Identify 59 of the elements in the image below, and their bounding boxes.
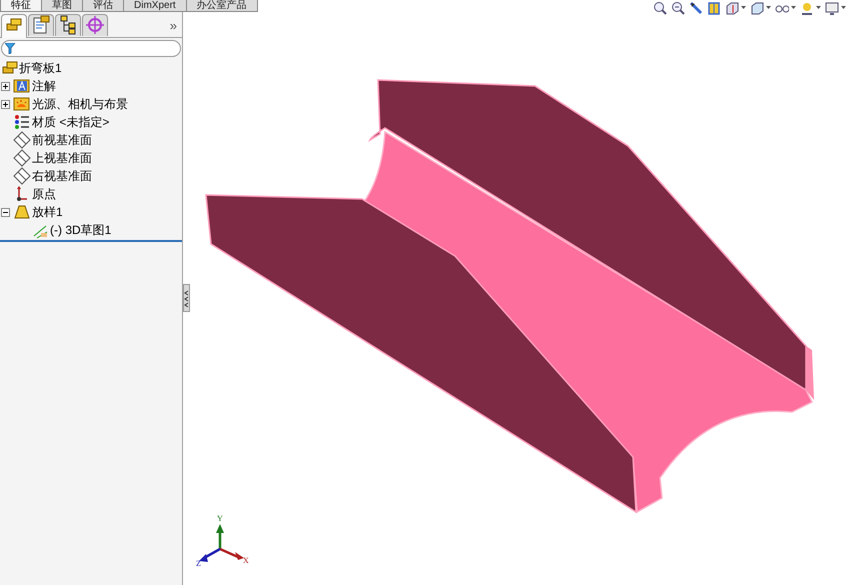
view-orientation-button[interactable] [725,0,746,14]
tree-item[interactable]: 原点 [32,185,56,203]
y-axis-arrow [216,524,224,549]
caret-icon [816,6,821,9]
caret-icon [766,6,771,9]
view-settings-button[interactable] [825,0,846,14]
tree-item[interactable]: 光源、相机与布景 [32,95,128,113]
section-view-button[interactable] [707,0,721,14]
command-tab[interactable]: 草图 [41,0,83,12]
plane-icon [13,149,31,167]
command-tab[interactable]: DimXpert [123,0,187,12]
tree-item[interactable]: 前视基准面 [32,131,92,149]
expand-icon[interactable] [1,82,10,90]
view-orientation-icon [725,0,739,14]
zoom-to-area-icon [671,0,685,14]
scene-button[interactable] [800,0,821,14]
z-axis-arrow [199,548,221,562]
display-style-button[interactable] [750,0,771,14]
zoom-to-fit-button[interactable] [653,0,667,14]
command-tab[interactable]: 评估 [82,0,124,12]
dim-xpert-icon [85,15,105,35]
scene-icon [800,0,814,14]
configuration-manager-icon [58,15,78,35]
material-icon [13,113,31,131]
plane-icon [13,131,31,149]
property-manager-icon [31,15,51,35]
lamp-folder-icon [13,95,31,113]
caret-icon [791,6,796,9]
expand-icon[interactable] [1,100,10,108]
tree-item[interactable]: 右视基准面 [32,167,92,185]
more-tabs-button[interactable]: » [170,16,177,36]
tree-item[interactable]: 材质 <未指定> [32,113,110,131]
tree-item[interactable]: 折弯板1 [19,59,62,77]
zoom-to-fit-icon [653,0,667,14]
axis-label: Y [217,514,223,523]
chevron-icon [184,289,189,307]
tree-item[interactable]: 注解 [32,77,56,95]
view-settings-icon [825,0,839,14]
panel-collapse-handle[interactable] [183,284,190,312]
panel-tab[interactable] [55,14,81,36]
plane-icon [13,167,31,185]
caret-icon [841,6,846,9]
caret-icon [741,6,746,9]
axis-label: X [243,556,249,565]
filter-icon [5,43,15,54]
panel-tab[interactable] [1,14,27,38]
collapse-icon[interactable] [1,208,10,216]
zoom-to-area-button[interactable] [671,0,685,14]
display-style-icon [750,0,764,14]
command-tab[interactable]: 特征 [0,0,42,12]
section-view-icon [707,0,721,14]
x-axis-arrow [220,548,244,560]
tree-item[interactable]: 放样1 [32,203,63,221]
tree-item[interactable]: 上视基准面 [32,149,92,167]
axis-label: Z [196,559,201,568]
filter-field[interactable] [1,40,181,57]
tree-item[interactable]: (-) 3D草图1 [50,221,112,239]
letter-a-folder-icon [13,77,31,95]
panel-tab[interactable] [28,14,54,36]
